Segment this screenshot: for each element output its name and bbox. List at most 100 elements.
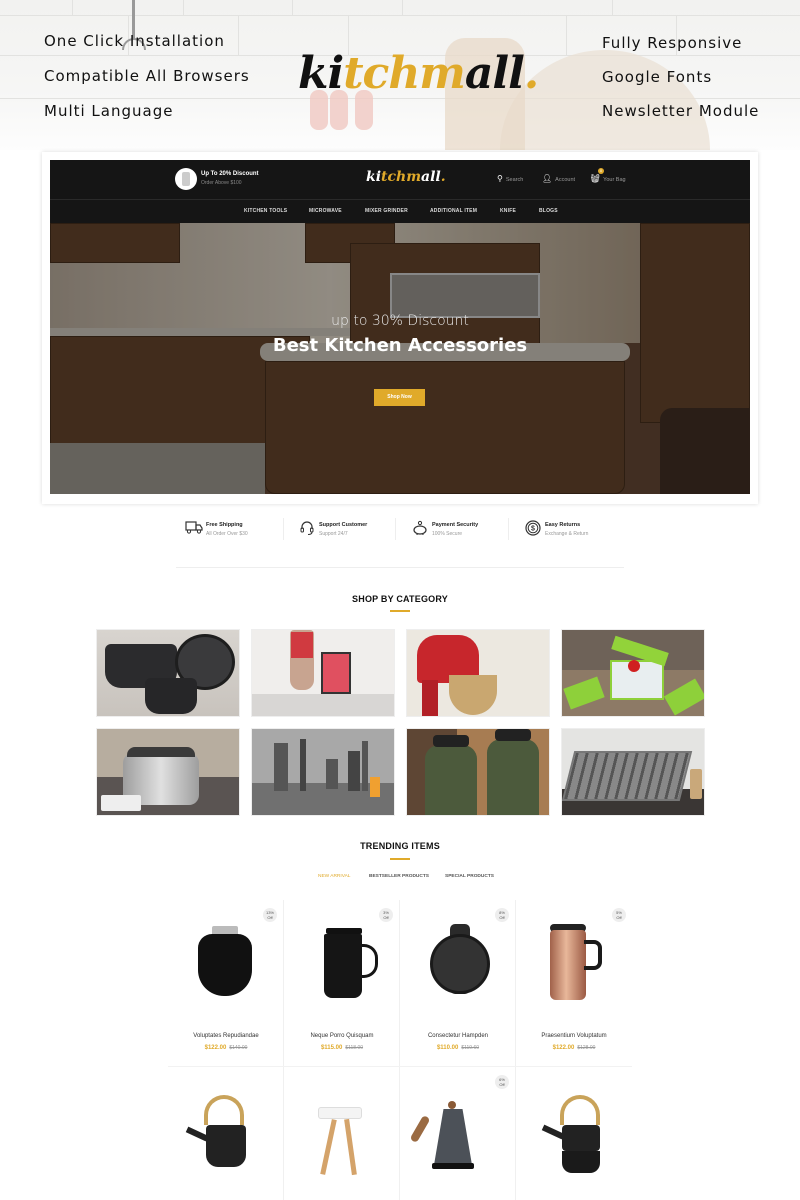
shop-now-button[interactable]: Shop Now [374, 389, 425, 406]
discount-badge: 13% Off [263, 908, 277, 922]
nav-additional-item[interactable]: ADDITIONAL ITEM [430, 208, 477, 214]
product-price: $122.00 $140.00 [168, 1045, 284, 1051]
feature-text: Google Fonts [602, 68, 713, 86]
product-shape [324, 934, 362, 998]
category-image [562, 751, 693, 801]
category-image [300, 739, 306, 791]
product-card[interactable] [516, 1067, 632, 1200]
product-name[interactable]: Praesentium Voluptatum [516, 1033, 632, 1039]
truck-icon [184, 520, 204, 538]
product-price: $110.00 $119.60 [400, 1045, 516, 1051]
category-tile-cookware[interactable] [96, 629, 240, 717]
tile-line [292, 0, 293, 15]
category-tile-blender[interactable] [251, 629, 395, 717]
bag-count-badge: 0 [598, 168, 604, 174]
category-image [628, 660, 640, 672]
logo-part: all [464, 48, 525, 99]
product-shape [360, 944, 378, 978]
product-shape [430, 934, 490, 994]
category-image [370, 777, 380, 797]
tile-line [402, 0, 403, 15]
product-shape [185, 1126, 209, 1142]
service-title: Easy Returns [545, 522, 581, 528]
discount-badge: 5% Off [612, 908, 626, 922]
product-name[interactable]: Consectetur Hampden [400, 1033, 516, 1039]
product-shape [560, 1095, 600, 1125]
current-price: $115.00 [320, 1045, 343, 1051]
product-shape [448, 1101, 456, 1109]
logo-dot: . [523, 48, 539, 99]
service-subtitle: Support 24/7 [319, 531, 348, 537]
category-image [425, 745, 477, 815]
product-card[interactable]: 8% Off Consectetur Hampden $110.00 $119.60 [400, 900, 516, 1066]
product-shape [434, 1109, 472, 1165]
category-image [422, 680, 438, 716]
nav-kitchen-tools[interactable]: KITCHEN TOOLS [244, 208, 287, 214]
product-card[interactable]: 13% Off Voluptates Repudiandae $122.00 $14… [168, 900, 284, 1066]
category-tile-stand-mixer[interactable] [406, 629, 550, 717]
service-subtitle: All Order Over $30 [206, 531, 248, 537]
logo-part: ki [366, 169, 382, 185]
product-card[interactable]: 6% Off [400, 1067, 516, 1200]
hero-title: Best Kitchen Accessories [272, 335, 528, 356]
tab-new-arrival[interactable]: NEW ARRIVAL [318, 874, 350, 879]
category-tile-vegetable-chopper[interactable] [561, 629, 705, 717]
logo-part: tchm [381, 169, 422, 185]
store-logo[interactable]: kitchmall. [366, 169, 446, 185]
product-name[interactable]: Voluptates Repudiandae [168, 1033, 284, 1039]
discount-badge: 6% Off [495, 1075, 509, 1089]
hero-banner: up to 30% Discount Best Kitchen Accessor… [50, 223, 750, 494]
product-shape [344, 1118, 357, 1176]
category-image [690, 769, 702, 799]
product-shape [432, 1163, 474, 1169]
current-price: $122.00 [552, 1045, 575, 1051]
category-tile-slow-cooker[interactable] [96, 728, 240, 816]
bag-button[interactable]: 🧺︎ Your Bag [590, 174, 626, 183]
category-tile-water-bottles[interactable] [406, 728, 550, 816]
divider [283, 518, 284, 540]
product-image [409, 1077, 504, 1169]
old-price: $140.00 [229, 1045, 248, 1051]
discount-off: Off [499, 1082, 505, 1087]
tab-bestseller-products[interactable]: BESTSELLER PRODUCTS [369, 874, 429, 879]
category-image [495, 729, 531, 741]
search-button[interactable]: ⚲ Search [497, 174, 523, 183]
promo-banner: One Click Installation Compatible All Br… [0, 0, 800, 150]
category-tile-hand-blenders[interactable] [251, 728, 395, 816]
product-card[interactable]: 5% Off Praesentium Voluptatum $122.00 $128… [516, 900, 632, 1066]
product-shape [550, 930, 586, 1000]
category-image [274, 743, 288, 791]
category-image [433, 735, 469, 747]
category-image [127, 747, 195, 757]
category-image [449, 675, 497, 715]
store-header: Up To 20% Discount Order Above $100 kitc… [50, 160, 750, 223]
product-image [412, 910, 504, 1000]
category-tile-gas-cooktop[interactable] [561, 728, 705, 816]
feature-text: Multi Language [44, 102, 174, 120]
nav-microwave[interactable]: MICROWAVE [309, 208, 342, 214]
search-label: Search [505, 177, 524, 183]
feature-text: Compatible All Browsers [44, 67, 250, 85]
nav-blogs[interactable]: BLOGS [539, 208, 558, 214]
product-card[interactable] [168, 1067, 284, 1200]
product-image [528, 1077, 620, 1173]
nav-mixer-grinder[interactable]: MIXER GRINDER [365, 208, 408, 214]
category-image [348, 751, 360, 791]
logo-part: tchm [343, 48, 466, 99]
product-card[interactable] [284, 1067, 400, 1200]
account-button[interactable]: 👤︎ Account [542, 174, 575, 183]
product-card[interactable]: 3% Off Neque Porro Quisquam $115.00 $118.0… [284, 900, 400, 1066]
tab-special-products[interactable]: SPECIAL PRODUCTS [445, 874, 494, 879]
tile-line [612, 0, 613, 15]
product-name[interactable]: Neque Porro Quisquam [284, 1033, 400, 1039]
category-image [252, 694, 394, 716]
category-image [101, 795, 141, 811]
product-price: $115.00 $118.00 [284, 1045, 400, 1051]
old-price: $119.60 [461, 1045, 480, 1051]
nav-knife[interactable]: KNIFE [500, 208, 516, 214]
tile-line [566, 15, 567, 55]
feature-text: Fully Responsive [602, 34, 743, 52]
tile-line [183, 0, 184, 15]
section-divider [176, 567, 624, 568]
divider [395, 518, 396, 540]
